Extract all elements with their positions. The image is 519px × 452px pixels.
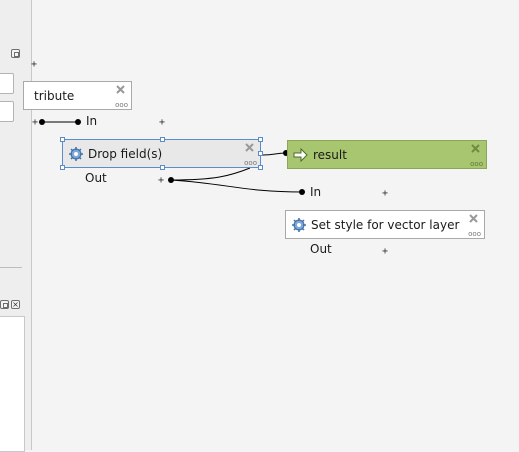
resize-handle[interactable] xyxy=(258,137,263,142)
close-icon[interactable] xyxy=(244,142,255,153)
output-arrow-icon xyxy=(293,147,308,162)
float-panel-button-lower[interactable] xyxy=(0,300,9,309)
resize-handle[interactable] xyxy=(160,165,165,170)
close-panel-button[interactable]: × xyxy=(11,300,20,309)
close-icon[interactable] xyxy=(115,84,126,95)
output-node-result[interactable]: result ooo xyxy=(287,140,487,169)
resize-handle[interactable] xyxy=(60,137,65,142)
resize-handle[interactable] xyxy=(258,151,263,156)
close-icon[interactable] xyxy=(468,213,479,224)
float-panel-button[interactable] xyxy=(11,49,20,58)
node-title: Set style for vector layer xyxy=(311,217,460,232)
node-title: result xyxy=(313,147,347,162)
left-dock-panel: × xyxy=(0,0,32,452)
expand-port-icon[interactable]: + xyxy=(159,118,165,128)
ellipsis-icon[interactable]: ooo xyxy=(115,102,128,109)
resize-handle[interactable] xyxy=(160,137,165,142)
port-dot[interactable] xyxy=(39,119,45,125)
port-in-label: In xyxy=(310,185,322,199)
node-title: tribute xyxy=(34,88,75,103)
expand-port-icon[interactable]: + xyxy=(158,176,164,186)
parameter-field-1[interactable] xyxy=(0,73,14,94)
port-in-label: In xyxy=(86,114,98,128)
algorithm-node-drop-fields[interactable]: Drop field(s) ooo xyxy=(60,137,263,170)
resize-handle[interactable] xyxy=(258,165,263,170)
expand-port-icon[interactable]: + xyxy=(382,247,388,257)
node-title: Drop field(s) xyxy=(88,146,163,161)
close-icon[interactable] xyxy=(470,143,481,154)
panel-divider xyxy=(0,267,22,268)
algorithm-node-set-style[interactable]: Set style for vector layer ooo xyxy=(285,210,485,239)
resize-handle[interactable] xyxy=(60,165,65,170)
expand-port-icon[interactable]: + xyxy=(31,60,37,70)
algorithm-node-attribute[interactable]: tribute ooo xyxy=(23,81,132,110)
ellipsis-icon[interactable]: ooo xyxy=(244,160,257,167)
port-dot[interactable] xyxy=(168,177,174,183)
ellipsis-icon[interactable]: ooo xyxy=(468,231,481,238)
ellipsis-icon[interactable]: ooo xyxy=(470,161,483,168)
port-out-label: Out xyxy=(310,242,332,256)
expand-port-icon[interactable]: + xyxy=(32,118,38,128)
gear-icon xyxy=(292,217,306,232)
expand-port-icon[interactable]: + xyxy=(382,189,388,199)
lower-panel-list[interactable] xyxy=(0,316,25,452)
port-dot[interactable] xyxy=(299,189,305,195)
gear-icon xyxy=(69,146,83,161)
port-out-label: Out xyxy=(85,171,107,185)
parameter-field-2[interactable] xyxy=(0,101,14,122)
port-dot[interactable] xyxy=(75,119,81,125)
